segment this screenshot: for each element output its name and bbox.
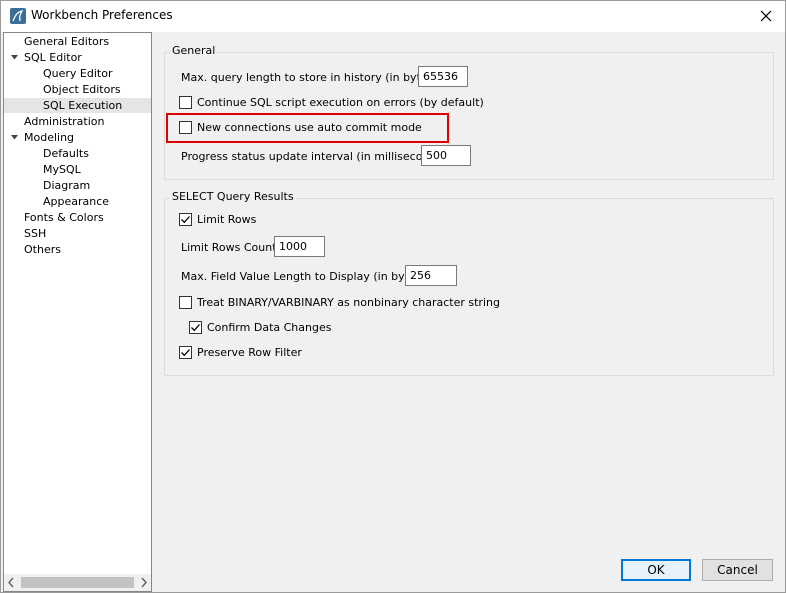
cancel-button[interactable]: Cancel — [702, 559, 773, 581]
confirm-changes-checkbox[interactable] — [189, 321, 202, 334]
sidebar-item-administration[interactable]: Administration — [24, 114, 105, 129]
sidebar-item-label: MySQL — [43, 163, 81, 176]
close-icon — [760, 10, 772, 22]
checkmark-icon — [191, 324, 200, 332]
sidebar-item-label: Diagram — [43, 179, 91, 192]
sidebar-item-label: Object Editors — [43, 83, 121, 96]
checkmark-icon — [181, 216, 190, 224]
max-field-length-input[interactable]: 256 — [405, 265, 457, 286]
mysql-workbench-dolphin-icon — [10, 8, 26, 24]
sidebar-item-label: General Editors — [24, 35, 110, 48]
sidebar-item-label: SQL Execution — [43, 99, 123, 112]
sidebar-item-label: Query Editor — [43, 67, 113, 80]
limit-rows-label: Limit Rows — [197, 213, 257, 226]
sidebar-item-general-editors[interactable]: General Editors — [24, 34, 109, 49]
treat-binary-checkbox[interactable] — [179, 296, 192, 309]
continue-on-errors-label: Continue SQL script execution on errors … — [197, 96, 484, 109]
continue-on-errors-checkbox[interactable] — [179, 96, 192, 109]
title-bar[interactable]: Workbench Preferences — [1, 1, 785, 32]
sidebar-item-defaults[interactable]: Defaults — [43, 146, 89, 161]
limit-rows-count-label: Limit Rows Count: — [181, 241, 281, 254]
sidebar-item-label: Administration — [24, 115, 105, 128]
select-results-group-title: SELECT Query Results — [170, 190, 296, 203]
progress-interval-label: Progress status update interval (in mill… — [181, 150, 451, 163]
max-query-length-input[interactable]: 65536 — [418, 66, 468, 87]
window-title: Workbench Preferences — [31, 8, 173, 22]
max-field-length-label: Max. Field Value Length to Display (in b… — [181, 270, 430, 283]
sql-execution-panel: General Max. query length to store in hi… — [153, 32, 785, 592]
scrollbar-thumb[interactable] — [21, 577, 134, 588]
sidebar-item-sql-execution[interactable]: SQL Execution — [4, 98, 151, 113]
preserve-filter-label: Preserve Row Filter — [197, 346, 302, 359]
sidebar-item-label: Others — [24, 243, 61, 256]
sidebar-item-diagram[interactable]: Diagram — [43, 178, 90, 193]
max-query-length-label: Max. query length to store in history (i… — [181, 71, 442, 84]
sidebar-item-sql-editor[interactable]: SQL Editor — [11, 50, 82, 65]
sidebar-item-label: SSH — [24, 227, 47, 240]
auto-commit-label: New connections use auto commit mode — [197, 121, 422, 134]
sidebar-item-query-editor[interactable]: Query Editor — [43, 66, 112, 81]
close-button[interactable] — [751, 2, 781, 30]
preferences-tree[interactable]: General Editors SQL Editor Query Editor Obj… — [3, 32, 152, 592]
sidebar-item-label: Modeling — [24, 131, 75, 144]
sidebar-item-others[interactable]: Others — [24, 242, 61, 257]
preferences-window: Workbench Preferences General Editors SQL… — [0, 0, 786, 593]
sidebar-item-fonts-colors[interactable]: Fonts & Colors — [24, 210, 104, 225]
sidebar-item-modeling[interactable]: Modeling — [11, 130, 75, 145]
sidebar-item-label: Fonts & Colors — [24, 211, 104, 224]
sidebar-item-appearance[interactable]: Appearance — [43, 194, 109, 209]
chevron-down-icon[interactable] — [10, 133, 19, 142]
checkmark-icon — [181, 349, 190, 357]
treat-binary-label: Treat BINARY/VARBINARY as nonbinary char… — [197, 296, 500, 309]
sidebar-item-label: Appearance — [43, 195, 110, 208]
general-group-title: General — [170, 44, 218, 57]
preserve-filter-checkbox[interactable] — [179, 346, 192, 359]
scroll-left-arrow-icon[interactable] — [7, 577, 15, 588]
scroll-right-arrow-icon[interactable] — [140, 577, 148, 588]
sidebar-item-ssh[interactable]: SSH — [24, 226, 46, 241]
progress-interval-input[interactable]: 500 — [421, 145, 471, 166]
ok-button[interactable]: OK — [621, 559, 691, 581]
limit-rows-checkbox[interactable] — [179, 213, 192, 226]
limit-rows-count-input[interactable]: 1000 — [274, 236, 325, 257]
sidebar-horizontal-scrollbar[interactable] — [4, 574, 151, 591]
sidebar-item-mysql[interactable]: MySQL — [43, 162, 81, 177]
sidebar-item-label: Defaults — [43, 147, 89, 160]
sidebar-item-object-editors[interactable]: Object Editors — [43, 82, 121, 97]
auto-commit-checkbox[interactable] — [179, 121, 192, 134]
sidebar-item-label: SQL Editor — [24, 51, 82, 64]
chevron-down-icon[interactable] — [10, 53, 19, 62]
confirm-changes-label: Confirm Data Changes — [207, 321, 332, 334]
